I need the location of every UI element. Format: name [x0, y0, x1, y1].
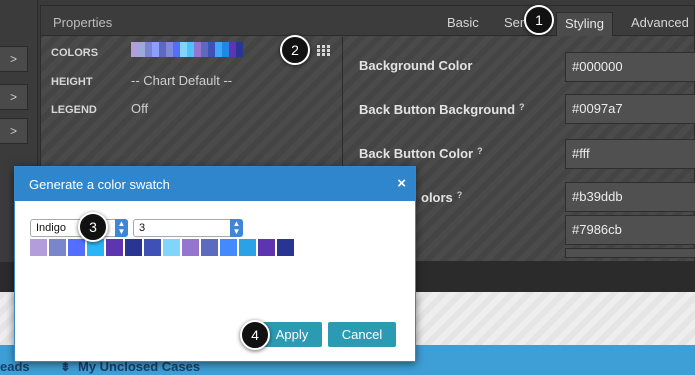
swatch-preview: [30, 239, 296, 256]
swatch-color: [222, 42, 229, 57]
swatch-color: [182, 239, 199, 256]
back-button-color-label: Back Button Color?: [359, 146, 483, 161]
dialog-title: Generate a color swatch: [29, 177, 170, 192]
legend-value[interactable]: Off: [131, 101, 148, 116]
panel-header: Properties Basic Ser Styling Advanced: [41, 6, 694, 36]
swatch-color: [30, 239, 47, 256]
step-callout: 2: [280, 35, 310, 65]
swatch-color: [201, 42, 208, 57]
help-icon[interactable]: ?: [477, 146, 483, 156]
panel-title: Properties: [53, 15, 113, 30]
swatch-color: [173, 42, 180, 57]
count-select-value: 3: [139, 222, 146, 234]
height-label: HEIGHT: [51, 76, 93, 88]
expand-arrow-button[interactable]: >: [0, 84, 28, 110]
swatch-color: [277, 239, 294, 256]
tab-styling[interactable]: Styling: [556, 12, 614, 36]
chevron-updown-icon: ▲ ▼: [115, 219, 128, 237]
swatch-color: [49, 239, 66, 256]
expand-arrow-button[interactable]: >: [0, 46, 28, 72]
color-swatch-strip[interactable]: [131, 42, 243, 57]
step-callout: 4: [240, 320, 270, 350]
swatch-color: [187, 42, 194, 57]
tab-basic[interactable]: Basic: [439, 12, 487, 36]
colors-label: COLORS: [51, 47, 99, 59]
help-icon[interactable]: ?: [519, 102, 525, 112]
chevron-updown-icon: ▲ ▼: [230, 219, 243, 237]
swatch-color: [166, 42, 173, 57]
swatch-color: [131, 42, 138, 57]
back-button-background-input[interactable]: #0097a7: [565, 94, 695, 124]
back-button-color-input[interactable]: #fff: [565, 139, 695, 169]
swatch-color: [208, 42, 215, 57]
cancel-button[interactable]: Cancel: [328, 322, 396, 347]
swatch-color: [163, 239, 180, 256]
expand-arrow-button[interactable]: >: [0, 118, 28, 144]
step-callout: 1: [524, 5, 554, 35]
swatch-color: [145, 42, 152, 57]
apply-button[interactable]: Apply: [262, 322, 322, 347]
tab-advanced[interactable]: Advanced: [623, 12, 695, 36]
swatch-color: [106, 239, 123, 256]
swatch-color: [138, 42, 145, 57]
help-icon[interactable]: ?: [457, 190, 463, 200]
color-swatch-dialog: Generate a color swatch × Indigo ▲ ▼ 3 ▲ ▼…: [14, 166, 416, 362]
palette-select-value: Indigo: [36, 222, 66, 234]
colors-label-partial: olors?: [421, 190, 463, 205]
dialog-header: Generate a color swatch ×: [15, 167, 415, 201]
color-input-2[interactable]: #7986cb: [565, 215, 695, 245]
swatch-color: [68, 239, 85, 256]
swatch-color: [215, 42, 222, 57]
close-icon[interactable]: ×: [397, 175, 406, 192]
swatch-color: [159, 42, 166, 57]
swatch-color: [236, 42, 243, 57]
swatch-color: [194, 42, 201, 57]
swatch-color: [258, 239, 275, 256]
step-callout: 3: [78, 212, 108, 242]
swatch-color: [229, 42, 236, 57]
swatch-color: [152, 42, 159, 57]
swatch-color: [125, 239, 142, 256]
background-color-input[interactable]: #000000: [565, 52, 695, 82]
swatch-color: [144, 239, 161, 256]
color-input-3[interactable]: [565, 248, 695, 258]
legend-label: LEGEND: [51, 104, 97, 116]
count-select[interactable]: 3 ▲ ▼: [133, 219, 243, 237]
color-input-1[interactable]: #b39ddb: [565, 182, 695, 212]
grid-icon[interactable]: [317, 45, 330, 56]
background-color-label: Background Color: [359, 58, 473, 73]
swatch-color: [201, 239, 218, 256]
swatch-color: [239, 239, 256, 256]
back-button-background-label: Back Button Background?: [359, 102, 525, 117]
swatch-color: [220, 239, 237, 256]
swatch-color: [180, 42, 187, 57]
height-value[interactable]: -- Chart Default --: [131, 73, 232, 88]
